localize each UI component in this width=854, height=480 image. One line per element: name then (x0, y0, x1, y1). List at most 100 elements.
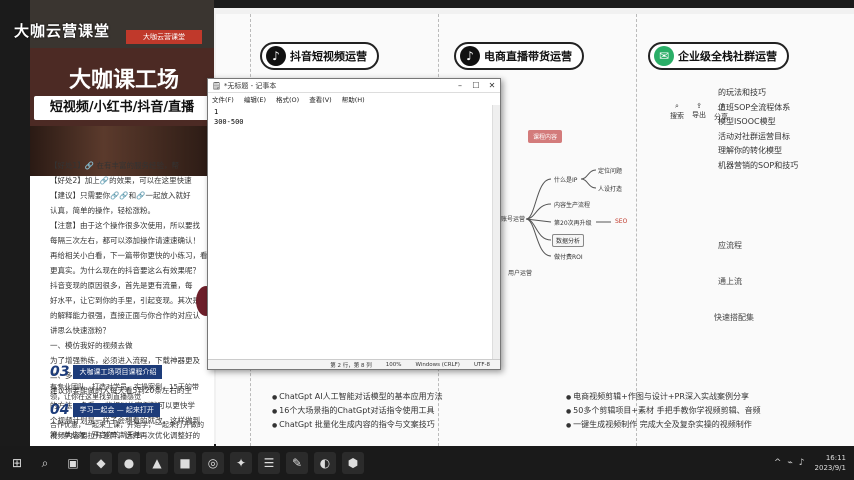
bullet-item: ChatGpt 批量化生成内容的指令与文案技巧 (272, 418, 443, 432)
menu-view[interactable]: 查看(V) (309, 94, 332, 104)
pill-label: 电商直播带货运营 (484, 50, 572, 63)
tiktok-icon: ♪ (266, 46, 286, 66)
bullet-item: 50多个剪辑项目+素材 手把手教你学视频剪辑、音频 (566, 404, 760, 418)
export-icon[interactable]: ⇪ 导出 (690, 102, 708, 120)
menu-file[interactable]: 文件(F) (212, 94, 234, 104)
clock[interactable]: 16:11 2023/9/1 (815, 453, 846, 473)
doc-line: 每隔三次左右，都可以添加操作请速速确认！ (50, 236, 200, 245)
doc-line: 【好处1】🔗 在有丰富的服务经验，帮 (50, 161, 179, 170)
doc-line: 【建议】只需要你🔗🔗和🔗一起放入就好 (50, 191, 191, 200)
taskbar-app-icon[interactable]: ● (118, 452, 140, 474)
windows-start-icon[interactable]: ⊞ (6, 452, 28, 474)
menu-format[interactable]: 格式(O) (276, 94, 299, 104)
taskbar-app-icon[interactable]: ■ (174, 452, 196, 474)
list-item: 应流程 (718, 241, 742, 250)
chatgpt-bullets: ChatGpt AI人工智能对话模型的基本应用方法 16个大场景指的ChatGp… (272, 390, 443, 432)
bullet-item: 一键生成视频制作 完成大全及复杂实操的视频制作 (566, 418, 761, 432)
mindmap-node[interactable]: 第20次再升级 (554, 218, 592, 227)
taskbar-app-icon[interactable]: ◎ (202, 452, 224, 474)
editing-bullets: 电商视频剪辑+作图与设计+PR深入实战案例分享 50多个剪辑项目+素材 手把手教… (566, 390, 761, 432)
list-item: 活动对社群运营目标 (718, 131, 790, 141)
section-text: 合作优惠，一起来上课，开始学，一起来打开做的第一单业务，开启你的新天地 (50, 421, 204, 439)
mindmap-node[interactable]: 内容生产流程 (554, 200, 590, 209)
menu-help[interactable]: 帮助(H) (342, 94, 365, 104)
channel-watermark: 大咖云营课堂 (14, 22, 111, 40)
pill-label: 企业级全栈社群运营 (678, 50, 777, 63)
status-position: 第 2 行，第 8 列 (330, 362, 372, 369)
doc-line: 再给相关小白看，下一篇带你更快的小练习，看 (50, 251, 208, 260)
brand-tags: 短视频/小红书/抖音/直播 (34, 96, 210, 120)
mindmap-node[interactable]: 什么是IP (554, 175, 577, 184)
video-banner: 大咖云营课堂 (126, 30, 202, 44)
text-line: 1 (214, 108, 219, 116)
mindmap-node[interactable]: 用户运营 (508, 268, 532, 277)
notepad-text-area[interactable]: 1 300-500 (208, 105, 494, 361)
taskbar-app-icon[interactable]: ◆ (90, 452, 112, 474)
clock-date: 2023/9/1 (814, 464, 846, 472)
doc-line: 一、模仿我好的视频去做 (50, 341, 133, 350)
section-title: 大咖课工场项目课程介绍 (73, 365, 163, 379)
window-title: *无标题 - 记事本 (223, 81, 277, 90)
maximize-icon[interactable]: ☐ (468, 81, 484, 90)
taskbar-app-icon[interactable]: ☰ (258, 452, 280, 474)
status-encoding: UTF-8 (473, 361, 490, 368)
volume-icon[interactable]: ♪ (799, 458, 805, 468)
taskbar-app-icon[interactable]: ✎ (286, 452, 308, 474)
notepad-titlebar[interactable]: 🗒 *无标题 - 记事本 – ☐ ✕ (208, 79, 500, 93)
task-view-icon[interactable]: ▣ (62, 452, 84, 474)
section-badge: 04 学习一起会 — 起来打开 (50, 402, 160, 418)
taskbar-app-icon[interactable]: ⬢ (342, 452, 364, 474)
doc-line: 的解释能力很强，直接正面与你合作的对应认 (50, 311, 200, 320)
notepad-statusbar: 第 2 行，第 8 列 100% Windows (CRLF) UTF-8 (208, 359, 500, 369)
search-icon[interactable]: ⌕ (34, 452, 56, 474)
doc-line: 好水平，让它到你的手里，引起变现。其次是 (50, 296, 200, 305)
list-item: 的玩法和技巧 (718, 88, 766, 97)
list-item: 模型ISOOC模型 (718, 117, 776, 126)
mindmap-tag[interactable]: 课程内容 (528, 130, 563, 143)
notepad-window[interactable]: 🗒 *无标题 - 记事本 – ☐ ✕ 文件(F) 编辑(E) 格式(O) 查看(… (207, 78, 501, 370)
close-icon[interactable]: ✕ (484, 81, 500, 90)
mindmap-root[interactable]: 账号运营 (501, 214, 525, 223)
pill-douyin-video[interactable]: ♪ 抖音短视频运营 (260, 42, 379, 70)
doc-line: 更真实。为什么现在的抖音要这么有效果呢？ (50, 266, 200, 275)
clock-time: 16:11 (825, 454, 846, 462)
minimize-icon[interactable]: – (452, 81, 468, 90)
taskbar-app-icon[interactable]: ✦ (230, 452, 252, 474)
vertical-scrollbar[interactable] (492, 105, 500, 361)
section-text: 有专业团队，打造对学员，实操案例，15天的带领，让你在这里找到直播感觉 (50, 383, 199, 401)
mindmap-seo[interactable]: SEO (615, 218, 627, 225)
section-number: 04 (50, 402, 70, 418)
doc-line: 认真，简单的操作，轻松涨粉。 (50, 206, 155, 215)
bullet-item: 电商视频剪辑+作图与设计+PR深入实战案例分享 (566, 390, 761, 404)
pill-wechat-community[interactable]: ✉ 企业级全栈社群运营 (648, 42, 789, 70)
list-item: 理解你的转化模型 (718, 146, 782, 155)
mindmap-node[interactable]: 做付费ROI (554, 252, 583, 261)
notepad-menubar: 文件(F) 编辑(E) 格式(O) 查看(V) 帮助(H) (208, 93, 500, 105)
pill-ecommerce-live[interactable]: ♪ 电商直播带货运营 (454, 42, 584, 70)
section-title: 学习一起会 — 起来打开 (73, 403, 160, 417)
left-document-panel: 大咖云营课堂 大咖课工场 短视频/小红书/抖音/直播 【好处1】🔗 在有丰富的服… (30, 0, 214, 446)
brand-title: 大咖课工场 (68, 68, 179, 93)
status-line-ending: Windows (CRLF) (415, 361, 460, 368)
mindmap-node-selected[interactable]: 数据分析 (552, 234, 585, 247)
chevron-up-icon[interactable]: ^ (774, 458, 782, 468)
list-item: 快速搭配集 (714, 313, 754, 322)
tiktok-icon: ♪ (460, 46, 480, 66)
system-tray: ^ ⌁ ♪ (774, 458, 805, 468)
mindmap-node[interactable]: 人设打造 (598, 184, 622, 193)
list-item: 值班SOP全流程体系 (718, 102, 791, 112)
menu-edit[interactable]: 编辑(E) (244, 94, 266, 104)
taskbar-app-icon[interactable]: ◐ (314, 452, 336, 474)
taskbar-app-icon[interactable]: ▲ (146, 452, 168, 474)
search-icon[interactable]: ⌕ 搜索 (668, 102, 686, 121)
list-item: 机器营销的SOP和技巧 (718, 160, 799, 170)
doc-line: 【注意】由于这个操作很多次使用，所以要找 (50, 221, 200, 230)
notepad-icon: 🗒 (212, 81, 221, 90)
mindmap-node[interactable]: 定位问题 (598, 166, 622, 175)
network-icon[interactable]: ⌁ (787, 458, 792, 468)
doc-line: 抖音变现的原因很多，首先是更有流量，每 (50, 281, 193, 290)
bullet-item: ChatGpt AI人工智能对话模型的基本应用方法 (272, 390, 442, 404)
section-number: 03 (50, 364, 70, 380)
bullet-item: 16个大场景指的ChatGpt对话指令使用工具 (272, 404, 443, 418)
section-badge: 03 大咖课工场项目课程介绍 (50, 364, 163, 380)
